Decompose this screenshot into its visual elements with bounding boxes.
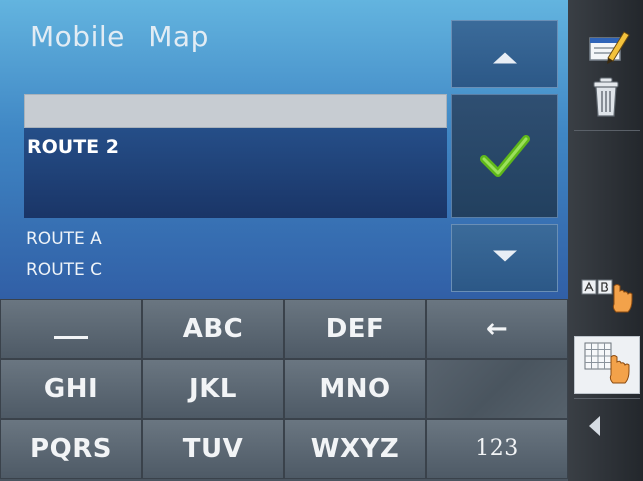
scroll-up-button[interactable] [451, 20, 558, 88]
confirm-button[interactable] [451, 94, 558, 218]
back-arrow-icon[interactable] [589, 416, 600, 436]
key-backspace[interactable]: ← [426, 299, 568, 359]
route-list-panel: Mobile Map ROUTE 2 ROUTE A ROUTE C [0, 0, 568, 299]
edit-button[interactable] [574, 18, 640, 72]
list-item[interactable]: ROUTE A [26, 229, 102, 249]
divider [574, 130, 640, 131]
delete-button[interactable] [574, 74, 640, 124]
key-numeric[interactable]: 123 [426, 419, 568, 479]
checkmark-icon [480, 135, 530, 177]
key-def[interactable]: DEF [284, 299, 426, 359]
triangle-up-icon [492, 52, 517, 64]
ab-keyboard-icon [581, 279, 633, 313]
edit-note-icon [589, 31, 630, 64]
key-abc[interactable]: ABC [142, 299, 284, 359]
key-blank [426, 359, 568, 419]
list-item[interactable]: ROUTE C [26, 260, 102, 280]
keypad-keyboard-button[interactable] [574, 336, 640, 394]
selected-list-item[interactable]: ROUTE 2 [24, 128, 447, 218]
selected-item-label: ROUTE 2 [27, 136, 119, 158]
key-jkl[interactable]: JKL [142, 359, 284, 419]
page-title: Mobile Map [30, 20, 209, 53]
search-input[interactable] [24, 94, 447, 128]
key-ghi[interactable]: GHI [0, 359, 142, 419]
key-wxyz[interactable]: WXYZ [284, 419, 426, 479]
divider [574, 398, 640, 399]
trash-can-icon [593, 77, 619, 117]
side-toolbar [568, 0, 643, 481]
triangle-down-icon [492, 250, 517, 262]
scroll-down-button[interactable] [451, 224, 558, 292]
key-mno[interactable]: MNO [284, 359, 426, 419]
key-underscore[interactable] [0, 299, 142, 359]
alphabetic-keyboard-button[interactable] [574, 264, 640, 322]
key-pqrs[interactable]: PQRS [0, 419, 142, 479]
key-tuv[interactable]: TUV [142, 419, 284, 479]
keyboard: ABC DEF ← GHI JKL MNO PQRS TUV WXYZ 123 [0, 299, 568, 481]
keypad-grid-icon [584, 342, 630, 384]
